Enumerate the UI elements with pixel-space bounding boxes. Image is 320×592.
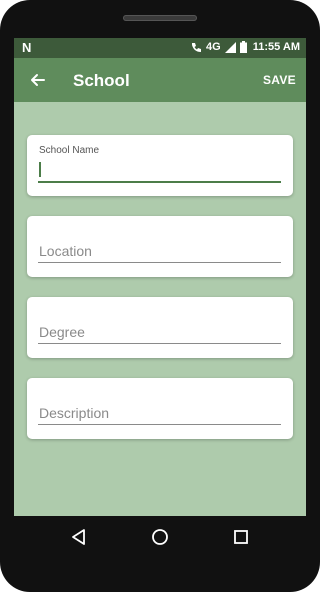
home-circle-icon[interactable]: [150, 527, 170, 547]
location-underline: [38, 262, 281, 263]
school-name-label: School Name: [39, 145, 100, 156]
arrow-left-icon[interactable]: [28, 70, 48, 90]
status-icons: 4G 11:55 AM: [190, 41, 300, 53]
back-triangle-icon[interactable]: [69, 527, 89, 547]
location-input[interactable]: Location: [39, 243, 92, 259]
n-icon: N: [22, 40, 32, 55]
description-input[interactable]: Description: [39, 405, 109, 421]
save-button[interactable]: SAVE: [263, 73, 296, 87]
location-card: Location: [27, 216, 293, 277]
description-card: Description: [27, 378, 293, 439]
network-label: 4G: [206, 41, 221, 53]
description-underline: [38, 424, 281, 425]
degree-underline: [38, 343, 281, 344]
signal-icon: [224, 41, 236, 53]
speaker-grille: [123, 15, 197, 21]
screen: N 4G 11:55 AM School SAVE School Name Lo…: [14, 38, 306, 516]
school-name-card: School Name: [27, 135, 293, 196]
degree-input[interactable]: Degree: [39, 324, 85, 340]
phone-chin: [0, 566, 320, 592]
clock: 11:55 AM: [252, 41, 300, 53]
recents-square-icon[interactable]: [231, 527, 251, 547]
text-cursor: [39, 162, 41, 177]
page-title: School: [73, 71, 130, 90]
battery-icon: [239, 41, 247, 53]
degree-card: Degree: [27, 297, 293, 358]
nav-bar: [0, 516, 320, 558]
app-bar: School SAVE: [14, 58, 306, 102]
phone-wifi-icon: [192, 43, 202, 52]
status-bar: N 4G 11:55 AM: [14, 38, 306, 58]
phone-frame: N 4G 11:55 AM School SAVE School Name Lo…: [0, 0, 320, 592]
school-name-input[interactable]: [38, 181, 281, 183]
